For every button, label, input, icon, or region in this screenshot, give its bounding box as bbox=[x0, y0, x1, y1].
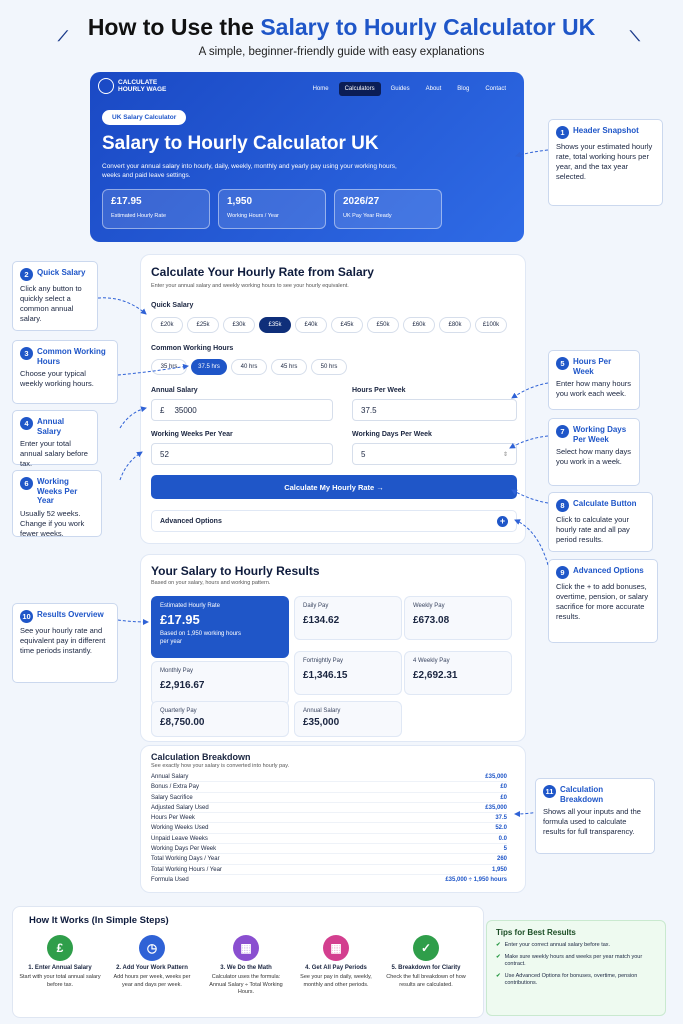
tips-box: Tips for Best Results ✔ Enter your correc… bbox=[486, 920, 666, 1016]
callout-7: 7 Working Days Per Week Select how many da… bbox=[548, 418, 640, 486]
callout-text: Enter your total annual salary before ta… bbox=[20, 439, 88, 468]
how-heading: How It Works (In Simple Steps) bbox=[29, 915, 169, 926]
callout-number: 1 bbox=[556, 126, 569, 139]
callout-number: 2 bbox=[20, 268, 33, 281]
callout-title: Quick Salary bbox=[37, 268, 86, 277]
callout-number: 10 bbox=[20, 610, 33, 623]
callout-number: 3 bbox=[20, 347, 33, 360]
callout-number: 5 bbox=[556, 357, 569, 370]
callout-number: 11 bbox=[543, 785, 556, 798]
callout-title: Results Overview bbox=[37, 610, 104, 619]
check-icon: ✔ bbox=[496, 942, 501, 948]
callout-text: Select how many days you work in a week. bbox=[556, 447, 632, 466]
callout-text: Usually 52 weeks. Change if you work few… bbox=[20, 508, 85, 538]
callout-text: Shows your estimated hourly rate, total … bbox=[556, 142, 653, 181]
callout-9: 9 Advanced Options Click the + to add bonu… bbox=[548, 559, 658, 643]
step-title: 5. Breakdown for Clarity bbox=[391, 965, 461, 971]
callout-11: 11 Calculation Breakdown Shows all your in… bbox=[535, 778, 655, 854]
callout-number: 7 bbox=[556, 425, 569, 438]
callout-title: Hours Per Week bbox=[573, 357, 612, 376]
tip-text: Make sure weekly hours and weeks per yea… bbox=[504, 953, 643, 968]
step-text: Add hours per week, weeks per year and d… bbox=[113, 974, 191, 988]
callout-8: 8 Calculate Button Click to calculate your… bbox=[548, 492, 653, 552]
callout-text: Shows all your inputs and the formula us… bbox=[543, 807, 641, 836]
pound-icon: £ bbox=[47, 935, 73, 961]
callout-text: See your hourly rate and equivalent pay … bbox=[20, 626, 106, 655]
callout-number: 8 bbox=[556, 499, 569, 512]
callout-5: 5 Hours Per Week Enter how many hours you … bbox=[548, 350, 640, 410]
callout-number: 4 bbox=[20, 417, 33, 430]
step-title: 1. Enter Annual Salary bbox=[28, 965, 92, 971]
tip-item: ✔ Use Advanced Options for bonuses, overt… bbox=[496, 973, 656, 988]
callout-number: 9 bbox=[556, 566, 569, 579]
step-title: 2. Add Your Work Pattern bbox=[116, 965, 188, 971]
callout-title: Working Days Per Week bbox=[573, 425, 627, 444]
callout-title: Annual Salary bbox=[37, 417, 65, 436]
step-3: ▦ 3. We Do the Math Calculator uses the fo… bbox=[203, 935, 289, 997]
step-text: Calculator uses the formula: Annual Sala… bbox=[209, 974, 283, 995]
callout-text: Enter how many hours you work each week. bbox=[556, 379, 632, 398]
step-2: ◷ 2. Add Your Work Pattern Add hours per w… bbox=[109, 935, 195, 989]
callout-text: Click the + to add bonuses, overtime, pe… bbox=[556, 582, 649, 621]
callout-4: 4 Annual Salary Enter your total annual sa… bbox=[12, 410, 98, 468]
tip-text: Use Advanced Options for bonuses, overti… bbox=[504, 972, 638, 987]
callout-text: Click to calculate your hourly rate and … bbox=[556, 515, 630, 544]
step-text: Check the full breakdown of how results … bbox=[386, 974, 466, 988]
callout-title: Advanced Options bbox=[573, 566, 644, 575]
callout-title: Header Snapshot bbox=[573, 126, 639, 135]
step-1: £1. Enter Annual Salary Start with your t… bbox=[17, 935, 103, 989]
tip-item: ✔ Make sure weekly hours and weeks per ye… bbox=[496, 954, 656, 969]
tip-item: ✔ Enter your correct annual salary before… bbox=[496, 942, 656, 950]
check-icon: ✓ bbox=[413, 935, 439, 961]
check-icon: ✔ bbox=[496, 972, 501, 979]
callout-10: 10 Results Overview See your hourly rate a… bbox=[12, 603, 118, 683]
clock-icon: ◷ bbox=[139, 935, 165, 961]
step-4: ▦ 4. Get All Pay Periods See your pay in d… bbox=[293, 935, 379, 989]
tips-title: Tips for Best Results bbox=[496, 928, 576, 937]
callout-title: Common Working Hours bbox=[37, 347, 106, 366]
how-it-works: How It Works (In Simple Steps) £1. Enter… bbox=[12, 906, 484, 1018]
calculator-icon: ▦ bbox=[233, 935, 259, 961]
callout-text: Click any button to quickly select a com… bbox=[20, 284, 82, 323]
step-text: See your pay in daily, weekly, monthly a… bbox=[300, 974, 372, 988]
callout-title: Calculation Breakdown bbox=[560, 785, 604, 804]
tip-text: Enter your correct annual salary before … bbox=[504, 942, 611, 948]
step-title: 4. Get All Pay Periods bbox=[305, 965, 367, 971]
callout-number: 6 bbox=[20, 477, 33, 490]
check-icon: ✔ bbox=[496, 953, 501, 960]
callout-text: Choose your typical weekly working hours… bbox=[20, 369, 94, 388]
step-text: Start with your total annual salary befo… bbox=[19, 974, 101, 988]
calendar-icon: ▦ bbox=[323, 935, 349, 961]
callout-2: 2 Quick Salary Click any button to quickly… bbox=[12, 261, 98, 331]
callout-6: 6 Working Weeks Per Year Usually 52 weeks.… bbox=[12, 470, 102, 538]
step-5: ✓ 5. Breakdown for Clarity Check the full … bbox=[383, 935, 469, 989]
callout-1: 1 Header Snapshot Shows your estimated hou… bbox=[548, 119, 663, 206]
step-title: 3. We Do the Math bbox=[220, 965, 272, 971]
callout-title: Calculate Button bbox=[573, 499, 637, 508]
callout-3: 3 Common Working Hours Choose your typical… bbox=[12, 340, 118, 404]
callout-title: Working Weeks Per Year bbox=[37, 477, 78, 505]
